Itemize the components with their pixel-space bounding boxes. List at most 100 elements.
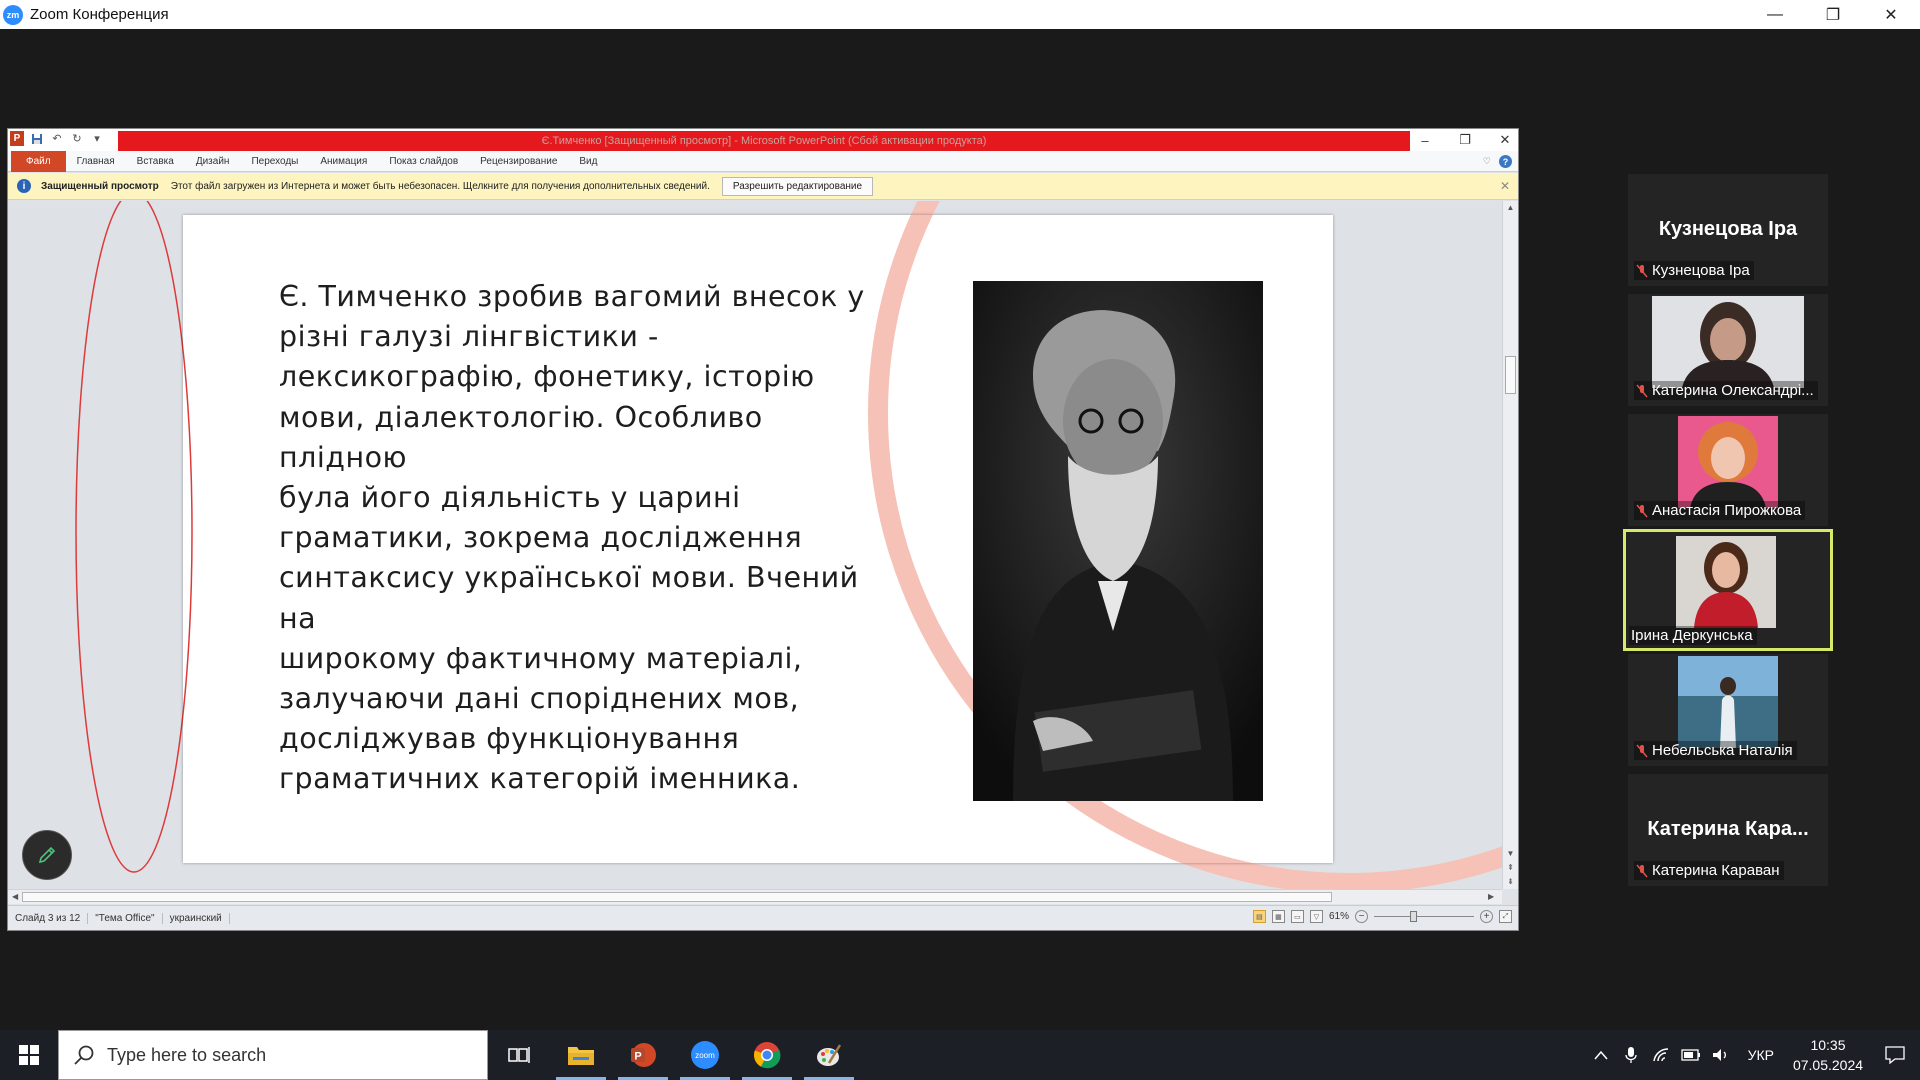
theme-name[interactable]: "Тема Office" xyxy=(88,912,163,924)
powerpoint-icon: P xyxy=(631,1043,656,1067)
tab-home[interactable]: Главная xyxy=(66,151,126,172)
show-hidden-icons[interactable] xyxy=(1586,1030,1616,1080)
participant-label: Небельська Наталія xyxy=(1634,741,1797,760)
mic-muted-icon xyxy=(1636,744,1648,757)
battery-tray-button[interactable] xyxy=(1676,1030,1706,1080)
microphone-tray-button[interactable] xyxy=(1616,1030,1646,1080)
vertical-scroll-thumb[interactable] xyxy=(1505,356,1516,394)
tab-view[interactable]: Вид xyxy=(568,151,608,172)
horizontal-scrollbar[interactable]: ◀ ▶ xyxy=(8,889,1502,904)
participant-tile-active-speaker[interactable]: Ірина Деркунська xyxy=(1623,529,1833,651)
undo-icon[interactable]: ↶ xyxy=(50,132,64,146)
input-language-indicator[interactable]: УКР xyxy=(1736,1047,1786,1063)
participant-tile[interactable]: Анастасія Пирожкова xyxy=(1628,414,1828,526)
tab-file[interactable]: Файл xyxy=(11,150,66,172)
restore-button[interactable]: ❐ xyxy=(1804,0,1862,29)
powerpoint-app-icon[interactable]: P xyxy=(10,131,24,146)
participant-tile[interactable]: Небельська Наталія xyxy=(1628,654,1828,766)
notifications-button[interactable] xyxy=(1870,1030,1920,1080)
taskbar-file-explorer[interactable] xyxy=(550,1030,612,1080)
slide-text-line: Є. Тимченко зробив вагомий внесок у xyxy=(279,280,865,313)
scroll-up-icon[interactable]: ▲ xyxy=(1503,201,1518,215)
tab-slideshow[interactable]: Показ слайдов xyxy=(378,151,469,172)
task-view-icon xyxy=(508,1047,530,1063)
network-tray-button[interactable] xyxy=(1646,1030,1676,1080)
volume-tray-button[interactable] xyxy=(1706,1030,1736,1080)
volume-icon xyxy=(1712,1049,1726,1061)
redo-icon[interactable]: ↻ xyxy=(70,132,84,146)
slide-sorter-icon[interactable]: ▦ xyxy=(1271,910,1285,923)
zoom-out-icon[interactable]: − xyxy=(1355,910,1368,923)
ppt-minimize-button[interactable]: – xyxy=(1418,133,1432,148)
participant-tile[interactable]: Катерина Олександрі... xyxy=(1628,294,1828,406)
slide-body-text[interactable]: Є. Тимченко зробив вагомий внесок у різн… xyxy=(279,277,899,800)
zoom-percentage[interactable]: 61% xyxy=(1329,911,1349,922)
protected-view-bar: i Защищенный просмотр Этот файл загружен… xyxy=(8,173,1518,200)
tab-review[interactable]: Рецензирование xyxy=(469,151,568,172)
help-icon[interactable]: ? xyxy=(1499,155,1512,168)
portrait-photo[interactable] xyxy=(973,281,1263,801)
zoom-slider[interactable] xyxy=(1374,910,1474,923)
close-button[interactable]: ✕ xyxy=(1862,0,1920,29)
participant-tile[interactable]: Катерина Кара... Катерина Караван xyxy=(1628,774,1828,886)
language-indicator[interactable]: украинский xyxy=(163,912,230,924)
participant-name: Анастасія Пирожкова xyxy=(1652,502,1802,519)
file-explorer-icon xyxy=(568,1047,594,1065)
minimize-ribbon-icon[interactable]: ♡ xyxy=(1483,156,1491,167)
scroll-left-icon[interactable]: ◀ xyxy=(12,890,18,904)
info-icon: i xyxy=(17,179,31,193)
tab-design[interactable]: Дизайн xyxy=(185,151,241,172)
previous-slide-icon[interactable]: ⇞ xyxy=(1503,861,1518,875)
fit-to-window-icon[interactable]: ⤢ xyxy=(1499,910,1512,923)
customize-qat-icon[interactable]: ▾ xyxy=(90,132,104,146)
participant-label: Кузнецова Іра xyxy=(1634,261,1754,280)
participant-tile[interactable]: Кузнецова Іра Кузнецова Іра xyxy=(1628,174,1828,286)
window-title: Zoom Конференция xyxy=(30,6,169,23)
vertical-scrollbar[interactable]: ▲ ▼ ⇞ ⇟ xyxy=(1502,201,1518,889)
participant-video xyxy=(1678,656,1778,748)
protected-view-title: Защищенный просмотр xyxy=(41,180,159,192)
tab-insert[interactable]: Вставка xyxy=(126,151,185,172)
reading-view-icon[interactable]: ▭ xyxy=(1290,910,1304,923)
minimize-button[interactable]: — xyxy=(1746,0,1804,29)
search-icon xyxy=(74,1045,94,1065)
zoom-titlebar: zm Zoom Конференция — ❐ ✕ xyxy=(0,0,1920,29)
scroll-right-icon[interactable]: ▶ xyxy=(1488,890,1494,904)
status-right-controls: ▤ ▦ ▭ ▽ 61% − + ⤢ xyxy=(1252,910,1512,923)
save-icon[interactable] xyxy=(30,132,44,146)
taskbar-search[interactable]: Type here to search xyxy=(58,1030,488,1080)
tab-animations[interactable]: Анимация xyxy=(309,151,378,172)
protected-view-message[interactable]: Этот файл загружен из Интернета и может … xyxy=(171,181,710,192)
zoom-slider-knob[interactable] xyxy=(1410,911,1417,922)
slide-editing-area[interactable]: Є. Тимченко зробив вагомий внесок у різн… xyxy=(8,201,1508,889)
mic-muted-icon xyxy=(1636,864,1648,877)
ppt-close-button[interactable]: ✕ xyxy=(1498,132,1512,148)
zoom-slider-track xyxy=(1374,916,1474,917)
slideshow-view-icon[interactable]: ▽ xyxy=(1309,910,1323,923)
annotate-pen-button[interactable] xyxy=(22,830,72,880)
participant-video xyxy=(1678,416,1778,508)
close-message-bar-icon[interactable]: ✕ xyxy=(1500,179,1510,193)
taskbar-zoom[interactable]: zoom xyxy=(674,1030,736,1080)
shared-screen-powerpoint[interactable]: P ↶ ↻ ▾ Є.Тимченко [Защищенный просмотр]… xyxy=(7,128,1519,931)
ppt-restore-button[interactable]: ❐ xyxy=(1458,132,1472,148)
slide-text-line: була його діяльність у царині xyxy=(279,481,741,515)
taskbar-clock[interactable]: 10:35 07.05.2024 xyxy=(1786,1035,1870,1075)
zoom-logo-icon: zm xyxy=(3,4,23,25)
horizontal-scroll-thumb[interactable] xyxy=(22,892,1332,902)
zoom-in-icon[interactable]: + xyxy=(1480,910,1493,923)
next-slide-icon[interactable]: ⇟ xyxy=(1503,875,1518,889)
start-button[interactable] xyxy=(0,1030,58,1080)
scroll-down-icon[interactable]: ▼ xyxy=(1503,847,1518,861)
slide-text-line: залучаючи дані споріднених мов, xyxy=(279,682,800,716)
taskbar-paint[interactable] xyxy=(798,1030,860,1080)
taskbar-chrome[interactable] xyxy=(736,1030,798,1080)
taskbar-powerpoint[interactable]: P xyxy=(612,1030,674,1080)
slide-text-line: мови, діалектологію. Особливо плідною xyxy=(279,400,763,474)
task-view-button[interactable] xyxy=(488,1030,550,1080)
enable-editing-button[interactable]: Разрешить редактирование xyxy=(721,176,874,196)
normal-view-icon[interactable]: ▤ xyxy=(1252,910,1266,923)
slide[interactable]: Є. Тимченко зробив вагомий внесок у різн… xyxy=(183,215,1333,863)
participant-label: Анастасія Пирожкова xyxy=(1634,501,1806,520)
tab-transitions[interactable]: Переходы xyxy=(240,151,309,172)
